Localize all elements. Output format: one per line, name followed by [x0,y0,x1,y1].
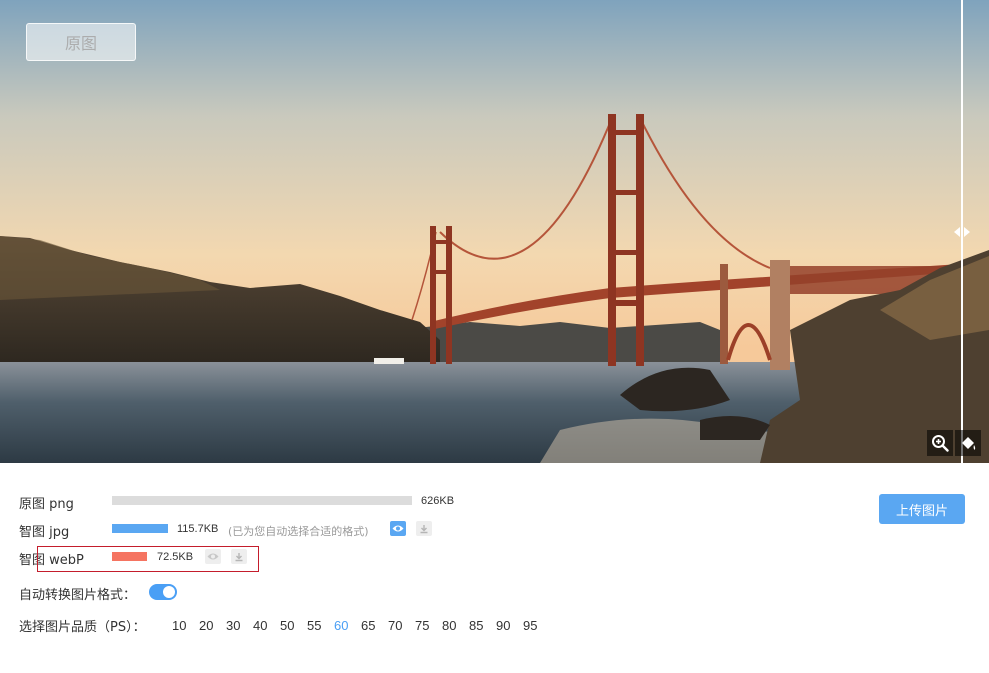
quality-option-10[interactable]: 10 [172,618,186,633]
auto-format-note: (已为您自动选择合适的格式) [228,525,369,538]
quality-option-85[interactable]: 85 [469,618,483,633]
download-jpg-icon[interactable] [416,521,432,536]
webp-size: 72.5KB [157,551,194,563]
download-webp-icon[interactable] [231,549,247,564]
toggle-knob [163,586,175,598]
zoom-in-icon[interactable] [927,430,953,456]
preview-jpg-eye-icon[interactable] [390,521,406,536]
original-png-row: 原图 png [19,493,74,512]
quality-option-80[interactable]: 80 [442,618,456,633]
quality-row: 选择图片品质（PS）： [19,616,146,635]
preview-webp-eye-icon[interactable] [205,549,221,564]
quality-option-65[interactable]: 65 [361,618,375,633]
quality-option-70[interactable]: 70 [388,618,402,633]
webp-label: 智图 webP [19,553,84,568]
original-size: 626KB [421,495,455,507]
quality-option-40[interactable]: 40 [253,618,267,633]
quality-option-60[interactable]: 60 [334,618,348,633]
jpg-size: 115.7KB [177,523,219,535]
jpg-label: 智图 jpg [19,525,70,540]
paint-bucket-icon[interactable] [955,430,981,456]
quality-option-30[interactable]: 30 [226,618,240,633]
upload-image-button[interactable]: 上传图片 [879,494,965,524]
quality-option-90[interactable]: 90 [496,618,510,633]
quality-option-95[interactable]: 95 [523,618,537,633]
original-image-button[interactable]: 原图 [26,23,136,61]
divider-handle-icon[interactable] [953,224,971,238]
auto-convert-toggle[interactable] [149,584,177,600]
auto-convert-label: 自动转换图片格式： [19,588,137,603]
quality-option-20[interactable]: 20 [199,618,213,633]
quality-option-50[interactable]: 50 [280,618,294,633]
image-compare-viewer[interactable]: 原图 [0,0,989,463]
quality-option-55[interactable]: 55 [307,618,321,633]
bridge-photo [0,0,989,463]
webp-size-bar [112,552,147,561]
webp-row: 智图 webP [19,549,84,568]
original-png-label: 原图 png [19,497,74,512]
quality-option-75[interactable]: 75 [415,618,429,633]
jpg-row: 智图 jpg [19,521,69,540]
jpg-size-bar [112,524,168,533]
original-size-bar [112,496,412,505]
quality-label: 选择图片品质（PS）： [19,620,146,635]
auto-convert-row: 自动转换图片格式： [19,584,136,603]
